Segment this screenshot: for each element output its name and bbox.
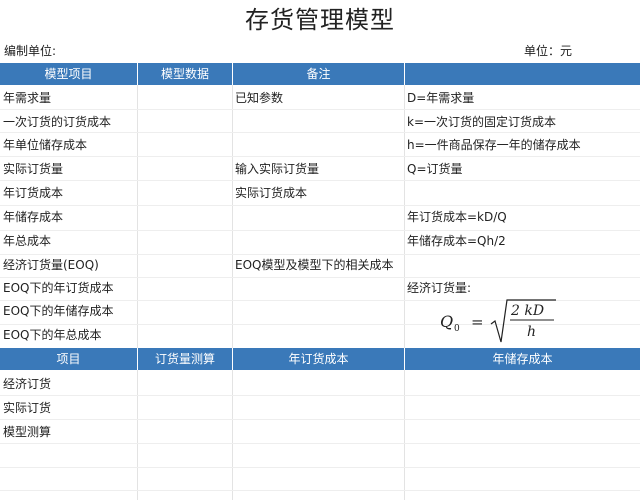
- formula-numerator: 2 kD: [510, 303, 544, 319]
- row-note: 输入实际订货量: [235, 162, 320, 176]
- col-header-formula: [405, 63, 640, 85]
- row-note: EOQ模型及模型下的相关成本: [235, 258, 394, 272]
- prepared-by-label: 编制单位:: [4, 44, 57, 58]
- formula-lhs: Q: [440, 312, 453, 331]
- row-formula: h=一件商品保存一年的储存成本: [407, 138, 581, 152]
- row-item: 年单位储存成本: [3, 138, 88, 152]
- comparison-row-label: 模型测算: [3, 425, 52, 439]
- row-item: 年需求量: [3, 91, 52, 105]
- col-header-model-item: 模型项目: [0, 63, 138, 85]
- row-item: 实际订货量: [3, 162, 64, 176]
- row-item: 一次订货的订货成本: [3, 115, 112, 129]
- row-note: 实际订货成本: [235, 186, 308, 200]
- eoq-formula: Q 0 = 2 kD h: [440, 299, 556, 343]
- row-item: EOQ下的年储存成本: [3, 304, 114, 318]
- page-title: 存货管理模型: [245, 6, 395, 34]
- row-item: EOQ下的年订货成本: [3, 281, 114, 295]
- currency-unit-label: 单位：元: [524, 44, 573, 58]
- unit-row: 编制单位: 单位：元: [0, 40, 640, 62]
- row-formula: 年订货成本=kD/Q: [407, 210, 507, 224]
- row-formula: Q=订货量: [407, 162, 463, 176]
- row-item: 经济订货量(EOQ): [3, 258, 99, 272]
- col-header-notes: 备注: [233, 63, 405, 85]
- formula-denominator: h: [527, 324, 536, 340]
- row-item: 年储存成本: [3, 210, 64, 224]
- row-formula: k=一次订货的固定订货成本: [407, 115, 557, 129]
- formula-equals: =: [471, 313, 484, 331]
- row-item: 年总成本: [3, 234, 52, 248]
- row-item: 年订货成本: [3, 186, 64, 200]
- col-header-item: 项目: [0, 348, 138, 370]
- comparison-row-label: 经济订货: [3, 377, 52, 391]
- col-header-annual-storage-cost: 年储存成本: [405, 348, 640, 370]
- col-header-annual-order-cost: 年订货成本: [233, 348, 405, 370]
- row-item: EOQ下的年总成本: [3, 328, 102, 342]
- row-formula: D=年需求量: [407, 91, 475, 105]
- formula-subscript: 0: [454, 324, 460, 334]
- col-header-order-qty: 订货量测算: [138, 348, 233, 370]
- comparison-row-label: 实际订货: [3, 401, 52, 415]
- col-header-model-data: 模型数据: [138, 63, 233, 85]
- row-note: 已知参数: [235, 91, 284, 105]
- row-formula: 年储存成本=Qh/2: [407, 234, 506, 248]
